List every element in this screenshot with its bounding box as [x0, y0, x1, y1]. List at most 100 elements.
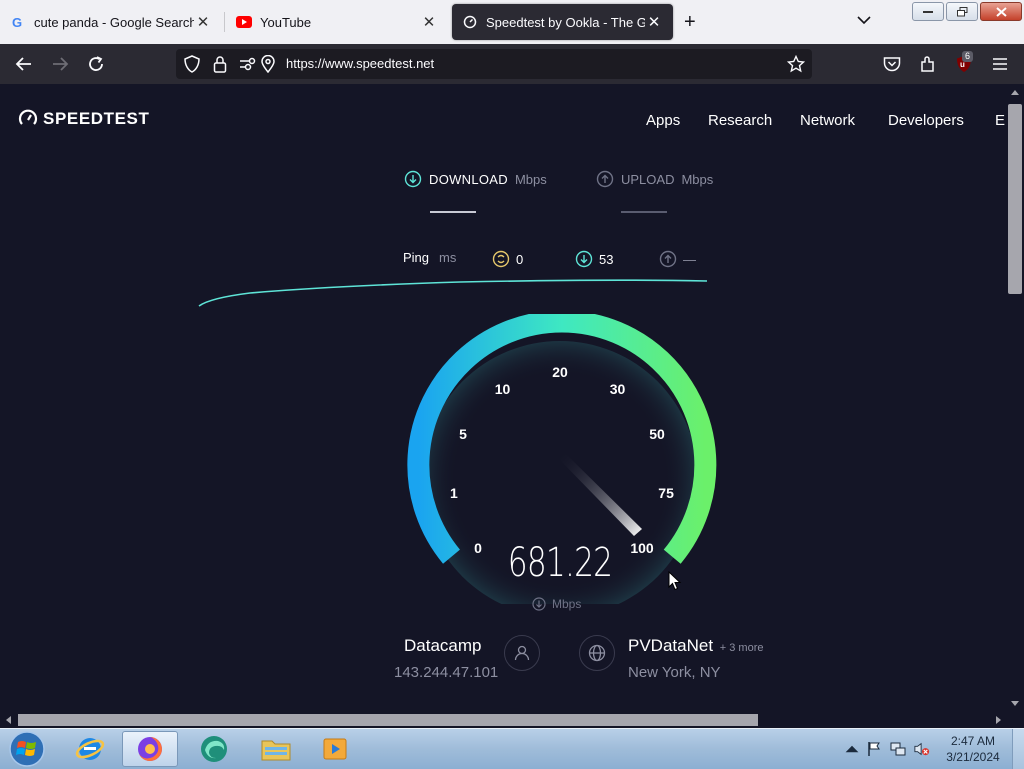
server-location: New York, NY	[628, 664, 721, 681]
horizontal-scroll-thumb[interactable]	[18, 714, 758, 726]
tab-youtube[interactable]: YouTube ✕	[226, 4, 448, 40]
youtube-icon	[236, 14, 252, 30]
close-window-button[interactable]	[980, 2, 1022, 21]
ping-download-value: 53	[599, 251, 614, 267]
taskbar-bing-app[interactable]	[186, 731, 242, 767]
network-icon[interactable]	[890, 741, 906, 757]
new-tab-button[interactable]: +	[684, 12, 696, 32]
speed-unit: Mbps	[532, 597, 581, 611]
tab-divider	[224, 12, 225, 32]
navigation-bar: https://www.speedtest.net u	[0, 44, 1024, 84]
isp-name: Datacamp	[404, 636, 482, 655]
upload-unit: Mbps	[681, 171, 714, 187]
bookmark-star-icon[interactable]	[786, 54, 806, 74]
internet-explorer-icon	[75, 738, 105, 760]
scrollbar-corner	[1006, 712, 1024, 728]
scroll-left-icon[interactable]	[4, 715, 12, 725]
pocket-icon[interactable]	[882, 54, 902, 74]
scroll-up-icon[interactable]	[1010, 88, 1020, 96]
close-icon[interactable]: ✕	[194, 13, 212, 31]
taskbar-internet-explorer[interactable]	[62, 731, 118, 767]
minimize-button[interactable]	[912, 2, 944, 21]
hamburger-menu-icon[interactable]	[990, 54, 1010, 74]
media-player-icon	[323, 738, 347, 760]
svg-text:G: G	[12, 15, 22, 29]
gauge-tick-label: 5	[459, 426, 467, 442]
ping-upload-value: —	[683, 251, 696, 267]
clock-date: 3/21/2024	[946, 750, 1000, 764]
extension-badge: 6	[962, 51, 974, 62]
speedtest-logo[interactable]: SPEEDTEST	[18, 109, 149, 129]
shield-icon[interactable]	[182, 54, 202, 74]
windows-taskbar: 2:47 AM 3/21/2024	[0, 728, 1024, 769]
vertical-scroll-thumb[interactable]	[1008, 104, 1022, 294]
system-clock[interactable]: 2:47 AM 3/21/2024	[938, 733, 1008, 765]
isp-ip: 143.244.47.101	[394, 664, 499, 681]
extensions-icon[interactable]	[918, 54, 938, 74]
show-hidden-icons-icon[interactable]	[844, 741, 860, 757]
forward-arrow-icon[interactable]	[50, 54, 70, 74]
ping-unit: ms	[439, 250, 457, 265]
url-text: https://www.speedtest.net	[286, 56, 435, 71]
speed-unit-label: Mbps	[552, 597, 582, 611]
download-tab[interactable]: DOWNLOAD Mbps	[404, 170, 547, 188]
firefox-icon	[138, 737, 162, 761]
nav-apps[interactable]: Apps	[646, 112, 680, 129]
chevron-down-icon[interactable]	[856, 12, 872, 33]
taskbar-media-player[interactable]	[308, 731, 364, 767]
lock-icon[interactable]	[210, 54, 230, 74]
volume-muted-icon[interactable]	[914, 741, 930, 757]
tab-speedtest[interactable]: Speedtest by Ookla - The Global Broadban…	[452, 4, 673, 40]
nav-developers[interactable]: Developers	[888, 112, 964, 129]
start-button[interactable]	[2, 731, 52, 767]
tab-title: cute panda - Google Search	[34, 14, 194, 30]
nav-research[interactable]: Research	[708, 112, 772, 129]
back-arrow-icon[interactable]	[14, 54, 34, 74]
clock-time: 2:47 AM	[950, 734, 996, 748]
nav-network[interactable]: Network	[800, 112, 855, 129]
ping-idle-value: 0	[516, 251, 524, 267]
scroll-down-icon[interactable]	[1010, 700, 1020, 708]
window-controls	[912, 2, 1022, 21]
scroll-right-icon[interactable]	[995, 715, 1003, 725]
tab-google-search[interactable]: G cute panda - Google Search ✕	[0, 4, 222, 40]
taskbar-file-explorer[interactable]	[248, 731, 304, 767]
gauge-tick-label: 75	[658, 485, 674, 501]
gauge-tick-label: 50	[649, 426, 665, 442]
speedtest-page: SPEEDTEST Apps Research Network Develope…	[0, 84, 1006, 712]
more-servers-link[interactable]: + 3 more	[720, 642, 764, 654]
ping-label-group: Ping ms	[403, 250, 456, 265]
idle-latency-icon	[492, 250, 510, 268]
download-label: DOWNLOAD	[429, 171, 508, 187]
tab-title: YouTube	[260, 14, 312, 30]
download-unit: Mbps	[514, 171, 547, 187]
close-icon[interactable]: ✕	[645, 13, 663, 31]
ping-download: 53	[575, 250, 613, 268]
download-arrow-icon	[532, 597, 546, 611]
nav-enterprise[interactable]: Er	[995, 112, 1006, 129]
taskbar-firefox[interactable]	[122, 731, 178, 767]
globe-icon[interactable]	[579, 635, 615, 671]
ping-label: Ping	[403, 250, 430, 265]
ping-idle: 0	[492, 250, 523, 268]
reload-icon[interactable]	[86, 54, 106, 74]
gauge-tick-label: 1	[450, 485, 458, 501]
upload-tab[interactable]: UPLOAD Mbps	[596, 170, 713, 188]
user-icon[interactable]	[504, 635, 540, 671]
upload-label: UPLOAD	[621, 171, 675, 187]
close-icon[interactable]: ✕	[420, 13, 438, 31]
gauge-tick-label: 30	[610, 381, 626, 397]
restore-button[interactable]	[946, 2, 978, 21]
speedtest-logo-icon	[18, 109, 38, 125]
action-center-flag-icon[interactable]	[866, 741, 882, 757]
ping-upload: —	[659, 250, 696, 268]
download-tab-underline	[430, 211, 476, 213]
address-bar[interactable]: https://www.speedtest.net	[176, 49, 812, 79]
mouse-cursor-icon	[668, 571, 682, 591]
permissions-icon[interactable]	[238, 54, 258, 74]
show-desktop-button[interactable]	[1012, 729, 1024, 769]
location-pin-icon[interactable]	[258, 54, 278, 74]
server-host-name[interactable]: PVDataNet + 3 more	[628, 636, 764, 656]
tab-title: Speedtest by Ookla - The Global Broadban…	[486, 14, 645, 30]
speedtest-icon	[462, 14, 478, 30]
